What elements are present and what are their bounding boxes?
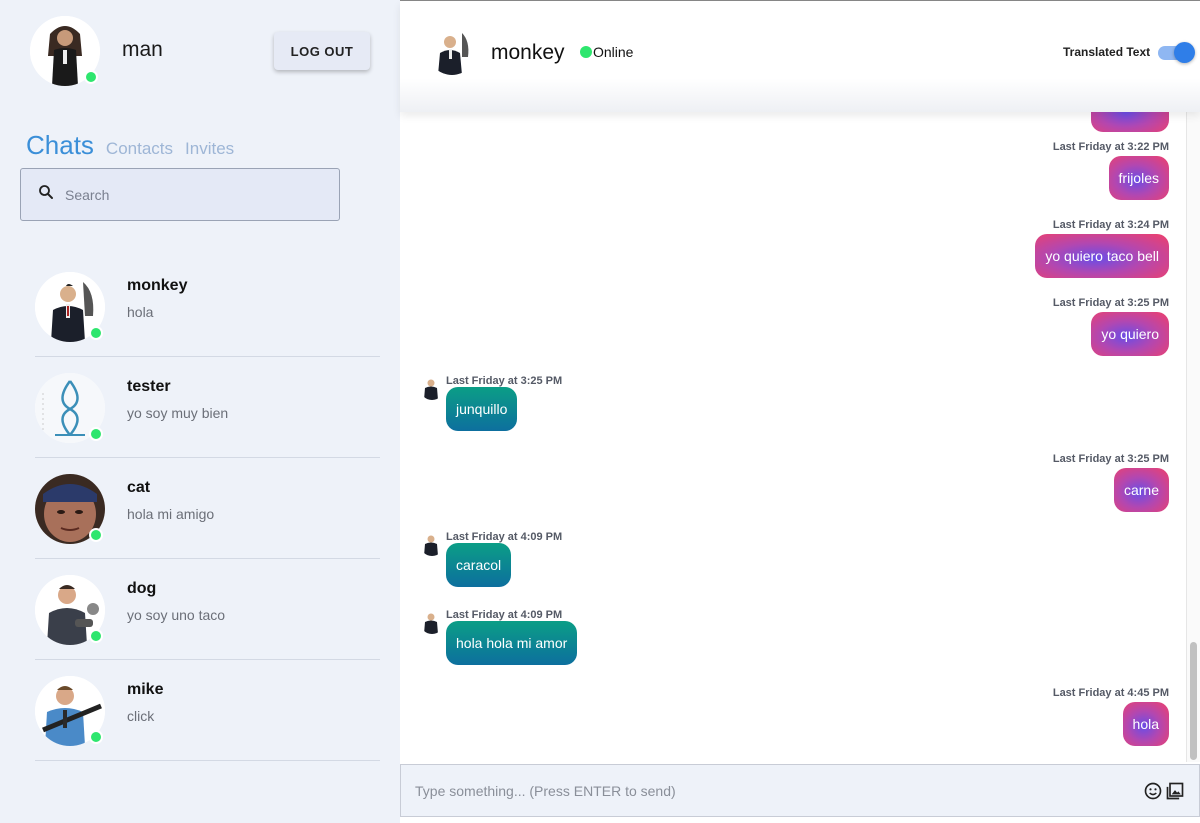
sender-avatar xyxy=(420,610,444,634)
message-bubble: hola xyxy=(1122,702,1169,746)
message-bubble: junquillo xyxy=(446,387,518,431)
online-indicator xyxy=(89,528,103,542)
online-indicator xyxy=(84,70,98,84)
chat-header: monkey Online Translated Text xyxy=(400,1,1200,112)
online-indicator xyxy=(89,629,103,643)
conversation-panel: monkey Online Translated Text Last Frida… xyxy=(400,0,1200,823)
message-list: Last Friday at 3:22 PM frijoles Last Fri… xyxy=(400,112,1200,762)
avatar xyxy=(35,373,105,443)
message-item: Last Friday at 3:25 PM junquillo xyxy=(446,375,562,431)
message-bubble: frijoles xyxy=(1108,156,1169,200)
image-upload-icon[interactable] xyxy=(1165,781,1185,801)
chat-last-message: click xyxy=(127,708,155,724)
emoji-icon[interactable] xyxy=(1143,781,1163,801)
message-item: Last Friday at 3:25 PM yo quiero xyxy=(1053,297,1169,356)
avatar xyxy=(35,474,105,544)
online-indicator xyxy=(89,326,103,340)
message-item: Last Friday at 3:24 PM yo quiero taco be… xyxy=(1035,219,1169,278)
avatar xyxy=(35,272,105,342)
contact-name: monkey xyxy=(491,41,565,64)
online-indicator xyxy=(89,730,103,744)
message-time: Last Friday at 4:45 PM xyxy=(1052,687,1169,699)
sender-avatar xyxy=(420,376,444,400)
chat-name: mike xyxy=(127,681,164,698)
sidebar-tabs: Chats Contacts Invites xyxy=(26,130,234,161)
my-avatar[interactable] xyxy=(30,16,100,86)
online-indicator xyxy=(580,46,592,58)
message-time: Last Friday at 3:22 PM xyxy=(1052,141,1169,153)
chat-item-dog[interactable]: dog yo soy uno taco xyxy=(35,559,380,660)
message-time: Last Friday at 3:25 PM xyxy=(1052,297,1169,309)
chat-last-message: hola xyxy=(127,304,154,320)
logout-button[interactable]: LOG OUT xyxy=(274,32,370,70)
sidebar: man LOG OUT Chats Contacts Invites monke… xyxy=(0,0,400,823)
message-item: Last Friday at 4:09 PM caracol xyxy=(446,531,562,587)
translate-label: Translated Text xyxy=(1063,45,1151,59)
message-time: Last Friday at 4:09 PM xyxy=(446,531,563,543)
chat-list: monkey hola tester yo soy muy bien cat h… xyxy=(35,256,380,761)
chat-item-monkey[interactable]: monkey hola xyxy=(35,256,380,357)
chat-name: monkey xyxy=(127,277,188,294)
my-username: man xyxy=(122,38,163,61)
contact-avatar[interactable] xyxy=(428,27,476,75)
translate-toggle[interactable] xyxy=(1156,42,1195,63)
online-indicator xyxy=(89,427,103,441)
avatar xyxy=(35,575,105,645)
search-icon xyxy=(37,183,55,206)
tab-chats[interactable]: Chats xyxy=(26,130,94,161)
chat-last-message: yo soy uno taco xyxy=(127,607,226,623)
tab-contacts[interactable]: Contacts xyxy=(106,139,173,159)
search-input[interactable] xyxy=(65,186,315,203)
message-bubble xyxy=(1091,112,1169,132)
chat-item-cat[interactable]: cat hola mi amigo xyxy=(35,458,380,559)
message-item: Last Friday at 4:09 PM hola hola mi amor xyxy=(446,609,578,665)
message-item xyxy=(1091,112,1169,137)
message-time: Last Friday at 4:09 PM xyxy=(446,609,563,621)
message-item: Last Friday at 4:45 PM hola xyxy=(1053,687,1169,746)
chat-name: tester xyxy=(127,378,171,395)
chat-item-tester[interactable]: tester yo soy muy bien xyxy=(35,357,380,458)
message-time: Last Friday at 3:25 PM xyxy=(1052,453,1169,465)
message-bubble: yo quiero xyxy=(1091,312,1169,356)
message-scrollbar[interactable] xyxy=(1186,112,1200,762)
avatar xyxy=(35,676,105,746)
message-input[interactable] xyxy=(401,782,1143,799)
message-time: Last Friday at 3:24 PM xyxy=(1052,219,1169,231)
message-bubble: hola hola mi amor xyxy=(446,621,578,665)
chat-name: dog xyxy=(127,580,157,597)
chat-item-mike[interactable]: mike click xyxy=(35,660,380,761)
sender-avatar xyxy=(420,532,444,556)
message-item: Last Friday at 3:22 PM frijoles xyxy=(1053,141,1169,200)
contact-status: Online xyxy=(593,44,634,60)
chat-last-message: yo soy muy bien xyxy=(127,405,229,421)
message-bubble: yo quiero taco bell xyxy=(1035,234,1169,278)
message-composer xyxy=(400,764,1200,817)
message-bubble: caracol xyxy=(446,543,512,587)
message-item: Last Friday at 3:25 PM carne xyxy=(1053,453,1169,512)
message-time: Last Friday at 3:25 PM xyxy=(446,375,563,387)
chat-last-message: hola mi amigo xyxy=(127,506,215,522)
message-bubble: carne xyxy=(1113,468,1169,512)
scrollbar-thumb[interactable] xyxy=(1190,642,1197,760)
chat-name: cat xyxy=(127,479,151,496)
tab-invites[interactable]: Invites xyxy=(185,139,234,159)
search-box[interactable] xyxy=(20,168,340,221)
